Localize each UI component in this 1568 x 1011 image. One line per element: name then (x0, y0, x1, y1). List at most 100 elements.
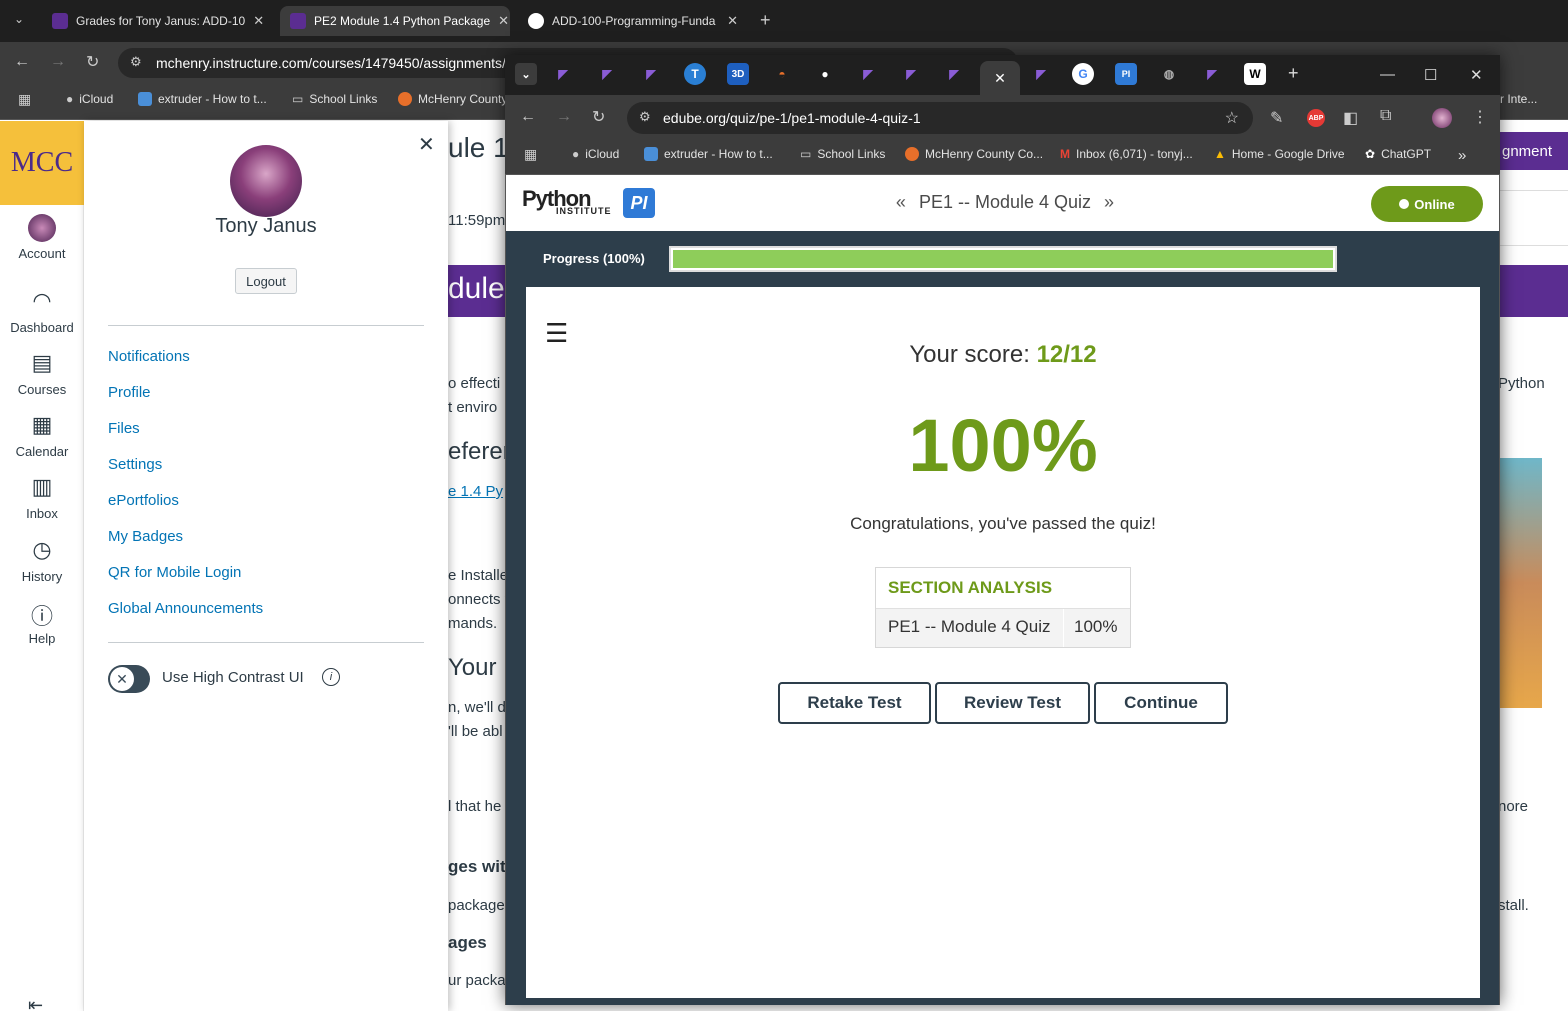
apps-grid-icon[interactable]: ▦ (524, 146, 537, 163)
forward-arrow-icon[interactable]: → (556, 108, 572, 126)
tab-3d-icon[interactable]: 3D (727, 63, 749, 85)
nav-dashboard[interactable]: ◠ Dashboard (0, 288, 84, 335)
close-icon[interactable]: ✕ (253, 13, 264, 29)
link-profile[interactable]: Profile (108, 384, 151, 401)
nav-account[interactable]: Account (0, 214, 84, 261)
bookmark-chatgpt[interactable]: ✿ ChatGPT (1365, 147, 1431, 161)
eyedropper-icon[interactable]: ✎ (1270, 108, 1283, 128)
bookmark-google-drive[interactable]: ▲ Home - Google Drive (1214, 147, 1345, 161)
page-text-line: stall. (1498, 897, 1529, 914)
link-notifications[interactable]: Notifications (108, 348, 190, 365)
bookmarks-overflow-icon[interactable]: » (1458, 147, 1466, 164)
user-name: Tony Janus (215, 215, 317, 237)
page-text-line[interactable]: e 1.4 Py (448, 483, 503, 500)
close-icon[interactable]: ✕ (980, 61, 1020, 95)
bookmark-icloud[interactable]: ● iCloud (66, 92, 113, 106)
link-files[interactable]: Files (108, 420, 140, 437)
high-contrast-toggle[interactable]: ✕ (108, 665, 150, 693)
nav-courses[interactable]: ▤ Courses (0, 350, 84, 397)
info-icon[interactable]: i (322, 668, 340, 686)
close-icon[interactable]: ✕ (418, 132, 435, 157)
tab-canvas-icon[interactable]: ◤ (900, 63, 922, 85)
nav-help[interactable]: ⓘ Help (0, 599, 84, 646)
divider (1500, 190, 1568, 191)
prev-quiz-button[interactable]: « (888, 192, 914, 212)
tab-canvas-icon[interactable]: ◤ (857, 63, 879, 85)
apps-grid-icon[interactable]: ▦ (18, 91, 31, 108)
back-arrow-icon[interactable]: ← (520, 108, 536, 126)
tab-mchenry-icon[interactable]: ◓ (771, 63, 793, 85)
back-arrow-icon[interactable]: ← (14, 53, 30, 71)
bookmark-extruder[interactable]: extruder - How to t... (644, 147, 773, 161)
close-icon[interactable]: ✕ (727, 13, 738, 29)
nav-inbox[interactable]: ▥ Inbox (0, 474, 84, 521)
nav-history[interactable]: ◷ History (0, 537, 84, 584)
tab-search-icon[interactable]: ⌄ (14, 12, 24, 26)
new-tab-icon[interactable]: + (760, 10, 771, 31)
bookmark-gmail[interactable]: M Inbox (6,071) - tonyj... (1060, 147, 1193, 161)
bookmark-mchenry[interactable]: McHenry County (398, 92, 507, 106)
reload-icon[interactable]: ↻ (592, 107, 605, 127)
link-global-announcements[interactable]: Global Announcements (108, 600, 263, 617)
bookmark-school-links[interactable]: ▭ School Links (800, 147, 885, 161)
site-info-icon[interactable]: ⚙ (639, 109, 651, 125)
bookmark-mchenry[interactable]: McHenry County Co... (905, 147, 1043, 161)
star-icon[interactable]: ☆ (1225, 108, 1239, 128)
tab-canvas-icon[interactable]: ◤ (1030, 63, 1052, 85)
content-banner-right (1500, 265, 1568, 317)
tab-search-icon[interactable]: ⌄ (515, 63, 537, 85)
clock-icon: ◷ (32, 537, 52, 562)
tab-github-icon[interactable]: ● (814, 63, 836, 85)
forward-arrow-icon[interactable]: → (50, 53, 66, 71)
review-test-button[interactable]: Review Test (935, 682, 1090, 724)
site-info-icon[interactable]: ⚙ (130, 54, 142, 70)
reload-icon[interactable]: ↻ (86, 52, 99, 72)
nav-calendar[interactable]: ▦ Calendar (0, 412, 84, 459)
new-tab-icon[interactable]: + (1288, 63, 1299, 84)
extension-icon[interactable]: ◧ (1343, 108, 1358, 128)
next-quiz-button[interactable]: » (1096, 192, 1122, 212)
tab-canvas-icon[interactable]: ◤ (943, 63, 965, 85)
tab-canvas-icon[interactable]: ◤ (640, 63, 662, 85)
collapse-nav-icon[interactable]: ⇤ (28, 995, 43, 1011)
tab-canvas-icon[interactable]: ◤ (552, 63, 574, 85)
close-window-icon[interactable]: ✕ (1470, 66, 1483, 84)
address-bar[interactable]: ⚙ edube.org/quiz/pe-1/pe1-module-4-quiz-… (627, 102, 1253, 134)
page-text-line: ages (448, 933, 487, 952)
logout-button[interactable]: Logout (235, 268, 297, 294)
profile-avatar-icon[interactable] (1432, 108, 1452, 128)
tab-globe-icon[interactable]: ◍ (1158, 63, 1180, 85)
mcc-logo[interactable]: MCC (0, 121, 84, 205)
menu-dots-icon[interactable]: ⋮ (1472, 107, 1488, 127)
bookmark-school-links[interactable]: ▭ School Links (292, 92, 377, 106)
link-qr-mobile-login[interactable]: QR for Mobile Login (108, 564, 241, 581)
adblock-icon[interactable]: ABP (1307, 109, 1325, 127)
section-score: 100% (1074, 617, 1118, 636)
tab-github[interactable]: ADD-100-Programming-Funda ✕ (518, 6, 748, 36)
submit-assignment-button[interactable]: gnment (1500, 132, 1568, 170)
python-institute-logo[interactable]: Python INSTITUTE PI (522, 186, 657, 222)
quiz-title: PE1 -- Module 4 Quiz (918, 192, 1092, 212)
continue-button[interactable]: Continue (1094, 682, 1228, 724)
tab-t-icon[interactable]: T (684, 63, 706, 85)
close-icon[interactable]: ✕ (498, 13, 509, 29)
page-text-line: ges wit (448, 857, 506, 876)
tab-canvas-icon[interactable]: ◤ (1201, 63, 1223, 85)
link-my-badges[interactable]: My Badges (108, 528, 183, 545)
tab-wikipedia-icon[interactable]: W (1244, 63, 1266, 85)
tab-canvas-icon[interactable]: ◤ (596, 63, 618, 85)
tab-grades[interactable]: Grades for Tony Janus: ADD-10 ✕ (42, 6, 272, 36)
bookmark-icloud[interactable]: ● iCloud (572, 147, 619, 161)
3d-icon (138, 92, 152, 106)
tab-pi-icon[interactable]: PI (1115, 63, 1137, 85)
maximize-icon[interactable]: ☐ (1424, 66, 1437, 84)
tab-pe2-module[interactable]: PE2 Module 1.4 Python Package ✕ (280, 6, 510, 36)
link-eportfolios[interactable]: ePortfolios (108, 492, 179, 509)
puzzle-icon[interactable]: ⧉ (1380, 107, 1391, 125)
bookmark-overflow[interactable]: r Inte... (1500, 92, 1537, 106)
retake-test-button[interactable]: Retake Test (778, 682, 931, 724)
tab-google-icon[interactable]: G (1072, 63, 1094, 85)
minimize-icon[interactable]: — (1380, 66, 1395, 83)
link-settings[interactable]: Settings (108, 456, 162, 473)
bookmark-extruder[interactable]: extruder - How to t... (138, 92, 267, 106)
